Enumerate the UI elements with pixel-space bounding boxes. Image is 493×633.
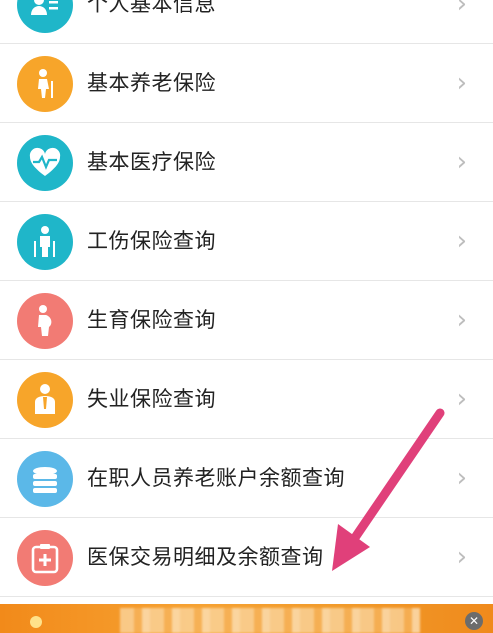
list-item-pension-account-balance[interactable]: 在职人员养老账户余额查询 › bbox=[0, 439, 493, 518]
pregnant-woman-icon bbox=[17, 293, 73, 349]
chevron-right-icon: › bbox=[456, 226, 467, 256]
elderly-person-icon bbox=[17, 56, 73, 112]
list-item-basic-medical[interactable]: 基本医疗保险 › bbox=[0, 123, 493, 202]
banner-blurred-text bbox=[120, 608, 420, 633]
list-item-label: 个人基本信息 bbox=[87, 0, 216, 16]
list-item-label: 基本医疗保险 bbox=[87, 150, 216, 174]
list-item-basic-pension[interactable]: 基本养老保险 › bbox=[0, 44, 493, 123]
list-item-label: 基本养老保险 bbox=[87, 71, 216, 95]
chevron-right-icon: › bbox=[456, 68, 467, 98]
list-item-label: 生育保险查询 bbox=[87, 308, 216, 332]
heart-pulse-icon bbox=[17, 135, 73, 191]
list-item-unemployment[interactable]: 失业保险查询 › bbox=[0, 360, 493, 439]
ad-banner[interactable]: ✕ bbox=[0, 604, 493, 633]
chevron-right-icon: › bbox=[456, 147, 467, 177]
list-item-personal-info[interactable]: 个人基本信息 › bbox=[0, 0, 493, 44]
list-item-maternity[interactable]: 生育保险查询 › bbox=[0, 281, 493, 360]
medical-kit-icon bbox=[17, 530, 73, 586]
chevron-right-icon: › bbox=[456, 0, 467, 19]
chevron-right-icon: › bbox=[456, 463, 467, 493]
list-item-medical-transactions[interactable]: 医保交易明细及余额查询 › bbox=[0, 518, 493, 597]
person-card-icon bbox=[17, 0, 73, 33]
unemployed-worker-icon bbox=[17, 372, 73, 428]
chevron-right-icon: › bbox=[456, 305, 467, 335]
list-item-label: 在职人员养老账户余额查询 bbox=[87, 466, 345, 490]
list-item-work-injury[interactable]: 工伤保险查询 › bbox=[0, 202, 493, 281]
close-icon[interactable]: ✕ bbox=[465, 612, 483, 630]
coin-icon bbox=[30, 616, 42, 628]
coin-stack-icon bbox=[17, 451, 73, 507]
chevron-right-icon: › bbox=[456, 542, 467, 572]
chevron-right-icon: › bbox=[456, 384, 467, 414]
injured-worker-icon bbox=[17, 214, 73, 270]
list-item-label: 工伤保险查询 bbox=[87, 229, 216, 253]
list-item-label: 医保交易明细及余额查询 bbox=[87, 545, 324, 569]
list-item-label: 失业保险查询 bbox=[87, 387, 216, 411]
